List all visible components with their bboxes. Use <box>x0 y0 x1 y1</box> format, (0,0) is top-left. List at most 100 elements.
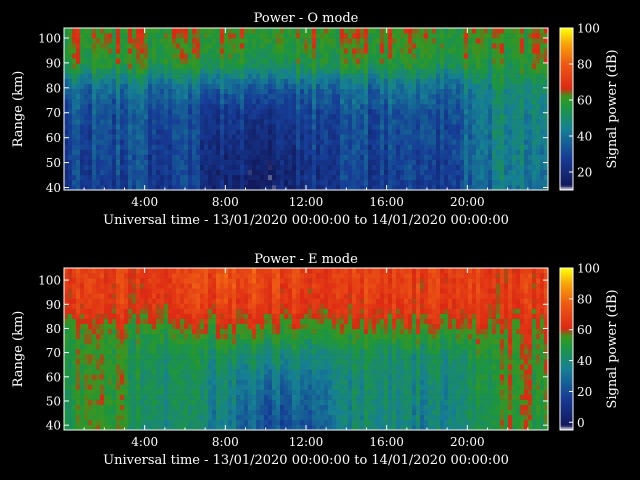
heatmap-cell <box>180 318 185 324</box>
heatmap-cell <box>104 103 109 110</box>
heatmap-cell <box>88 318 93 324</box>
heatmap-cell <box>128 349 133 355</box>
heatmap-cell <box>116 109 121 115</box>
heatmap-cell <box>128 139 133 145</box>
heatmap-cell <box>428 93 433 100</box>
heatmap-cell <box>476 124 481 130</box>
heatmap-cell <box>304 174 309 181</box>
heatmap-cell <box>452 38 457 44</box>
heatmap-cell <box>108 83 113 90</box>
heatmap-cell <box>124 369 129 375</box>
heatmap-cell <box>72 364 77 370</box>
heatmap-cell <box>428 28 433 34</box>
heatmap-cell <box>384 124 389 130</box>
heatmap-cell <box>212 63 217 69</box>
heatmap-cell <box>128 313 133 319</box>
heatmap-cell <box>160 73 165 79</box>
heatmap-cell <box>256 28 261 34</box>
heatmap-cell <box>400 63 405 69</box>
heatmap-cell <box>180 103 185 110</box>
heatmap-cell <box>160 323 165 330</box>
heatmap-cell <box>336 63 341 69</box>
heatmap-cell <box>72 354 77 360</box>
heatmap-cell <box>116 169 121 176</box>
heatmap-cell <box>120 369 125 375</box>
heatmap-cell <box>268 124 273 130</box>
colorbar-tick-label: 80 <box>577 58 592 72</box>
heatmap-cell <box>72 414 77 421</box>
heatmap-cell <box>132 333 137 340</box>
heatmap-cell <box>320 149 325 155</box>
heatmap-cell <box>92 73 97 79</box>
heatmap-cell <box>100 283 105 289</box>
heatmap-cell <box>356 58 361 64</box>
heatmap-cell <box>504 38 509 44</box>
heatmap-cell <box>520 179 525 186</box>
heatmap-cell <box>88 119 93 125</box>
heatmap-cell <box>164 124 169 130</box>
heatmap-cell <box>296 88 301 95</box>
heatmap-cell <box>96 154 101 160</box>
heatmap-cell <box>160 349 165 355</box>
heatmap-cell <box>388 103 393 110</box>
heatmap-cell <box>344 43 349 49</box>
heatmap-cell <box>80 364 85 370</box>
heatmap-cell <box>524 129 529 135</box>
heatmap-cell <box>332 58 337 64</box>
heatmap-cell <box>520 33 525 39</box>
heatmap-cell <box>148 179 153 186</box>
heatmap-cell <box>128 369 133 375</box>
heatmap-cell <box>288 43 293 49</box>
heatmap-cell <box>160 174 165 181</box>
heatmap-cell <box>508 119 513 125</box>
heatmap-cell <box>492 139 497 145</box>
heatmap-cell <box>508 83 513 90</box>
heatmap-cell <box>268 58 273 64</box>
heatmap-cell <box>412 134 417 140</box>
heatmap-cell <box>264 124 269 130</box>
heatmap-cell <box>520 134 525 140</box>
heatmap-cell <box>132 349 137 355</box>
heatmap-cell <box>96 384 101 390</box>
heatmap-cell <box>472 103 477 110</box>
heatmap-cell <box>296 169 301 176</box>
heatmap-cell <box>112 349 117 355</box>
heatmap-cell <box>380 114 385 120</box>
heatmap-cell <box>520 83 525 90</box>
heatmap-cell <box>344 154 349 160</box>
heatmap-cell <box>332 33 337 39</box>
heatmap-cell <box>348 184 353 191</box>
heatmap-cell <box>224 58 229 64</box>
heatmap-cell <box>504 139 509 145</box>
heatmap-cell <box>488 73 493 79</box>
heatmap-cell <box>216 98 221 105</box>
heatmap-cell <box>136 93 141 100</box>
heatmap-cell <box>148 68 153 74</box>
heatmap-cell <box>116 43 121 49</box>
heatmap-cell <box>220 179 225 186</box>
heatmap-cell <box>76 129 81 135</box>
heatmap-cell <box>148 323 153 330</box>
heatmap-cell <box>208 78 213 84</box>
heatmap-cell <box>400 134 405 140</box>
heatmap-cell <box>148 184 153 191</box>
heatmap-cell <box>108 139 113 145</box>
heatmap-cell <box>100 154 105 160</box>
heatmap-cell <box>312 38 317 44</box>
heatmap-cell <box>240 159 245 165</box>
heatmap-cell <box>448 103 453 110</box>
heatmap-cell <box>176 119 181 125</box>
heatmap-cell <box>100 88 105 95</box>
heatmap-cell <box>316 63 321 69</box>
heatmap-cell <box>292 98 297 105</box>
heatmap-cell <box>84 28 89 34</box>
heatmap-cell <box>244 58 249 64</box>
heatmap-cell <box>380 139 385 145</box>
heatmap-cell <box>276 28 281 34</box>
heatmap-cell <box>96 149 101 155</box>
heatmap-cell <box>140 38 145 44</box>
heatmap-cell <box>76 83 81 90</box>
heatmap-cell <box>272 144 277 150</box>
heatmap-cell <box>172 414 177 421</box>
heatmap-cell <box>124 68 129 74</box>
